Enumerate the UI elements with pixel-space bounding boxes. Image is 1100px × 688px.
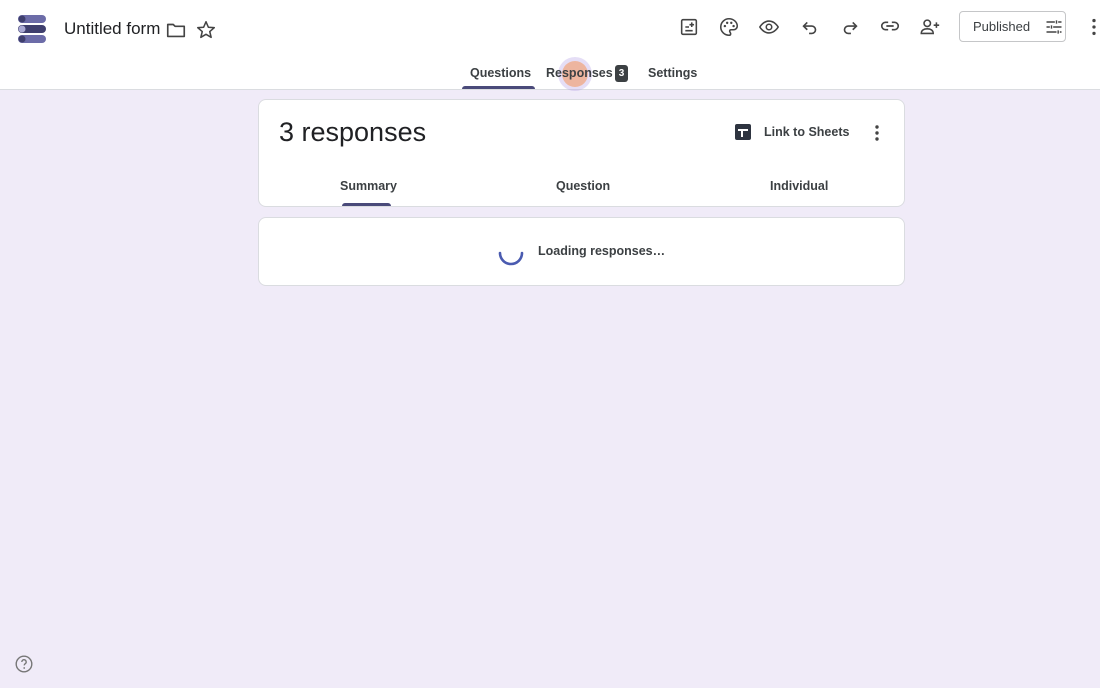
redo-icon[interactable] [838,15,862,39]
addon-icon[interactable] [677,15,701,39]
loading-text: Loading responses… [538,244,666,258]
responses-count-heading: 3 responses [279,117,427,147]
preview-icon[interactable] [757,15,781,39]
form-tabs: Questions Responses 3 Settings [0,60,1100,90]
forms-logo-icon[interactable] [16,14,48,44]
undo-icon[interactable] [798,15,822,39]
folder-icon[interactable] [164,18,188,42]
palette-icon[interactable] [717,15,741,39]
active-subtab-indicator [342,203,391,206]
sheets-icon [735,124,751,140]
subtab-question[interactable]: Question [556,179,610,193]
tab-responses[interactable]: Responses [546,66,613,80]
subtab-summary[interactable]: Summary [340,179,397,193]
published-label: Published [973,19,1031,34]
add-collaborator-icon[interactable] [918,15,942,39]
settings-sliders-icon [1046,19,1062,34]
loading-card: Loading responses… [258,217,905,286]
more-vert-icon[interactable] [1082,15,1100,39]
loading-spinner-icon [498,251,524,266]
help-icon[interactable] [15,655,33,673]
tab-questions[interactable]: Questions [470,66,531,80]
link-icon[interactable] [878,14,902,38]
link-to-sheets-label: Link to Sheets [764,125,850,139]
subtab-individual[interactable]: Individual [770,179,828,193]
responses-count-badge: 3 [615,65,628,82]
published-button[interactable]: Published [959,11,1066,42]
active-tab-indicator [462,86,535,89]
responses-summary-card: 3 responses Link to Sheets Summary Quest… [258,99,905,207]
form-title[interactable]: Untitled form [64,19,160,39]
top-bar: Untitled form Published Questions Respon… [0,0,1100,90]
star-icon[interactable] [194,18,218,42]
responses-more-icon[interactable] [867,122,887,144]
tab-settings[interactable]: Settings [648,66,697,80]
link-to-sheets-button[interactable]: Link to Sheets [735,124,849,140]
